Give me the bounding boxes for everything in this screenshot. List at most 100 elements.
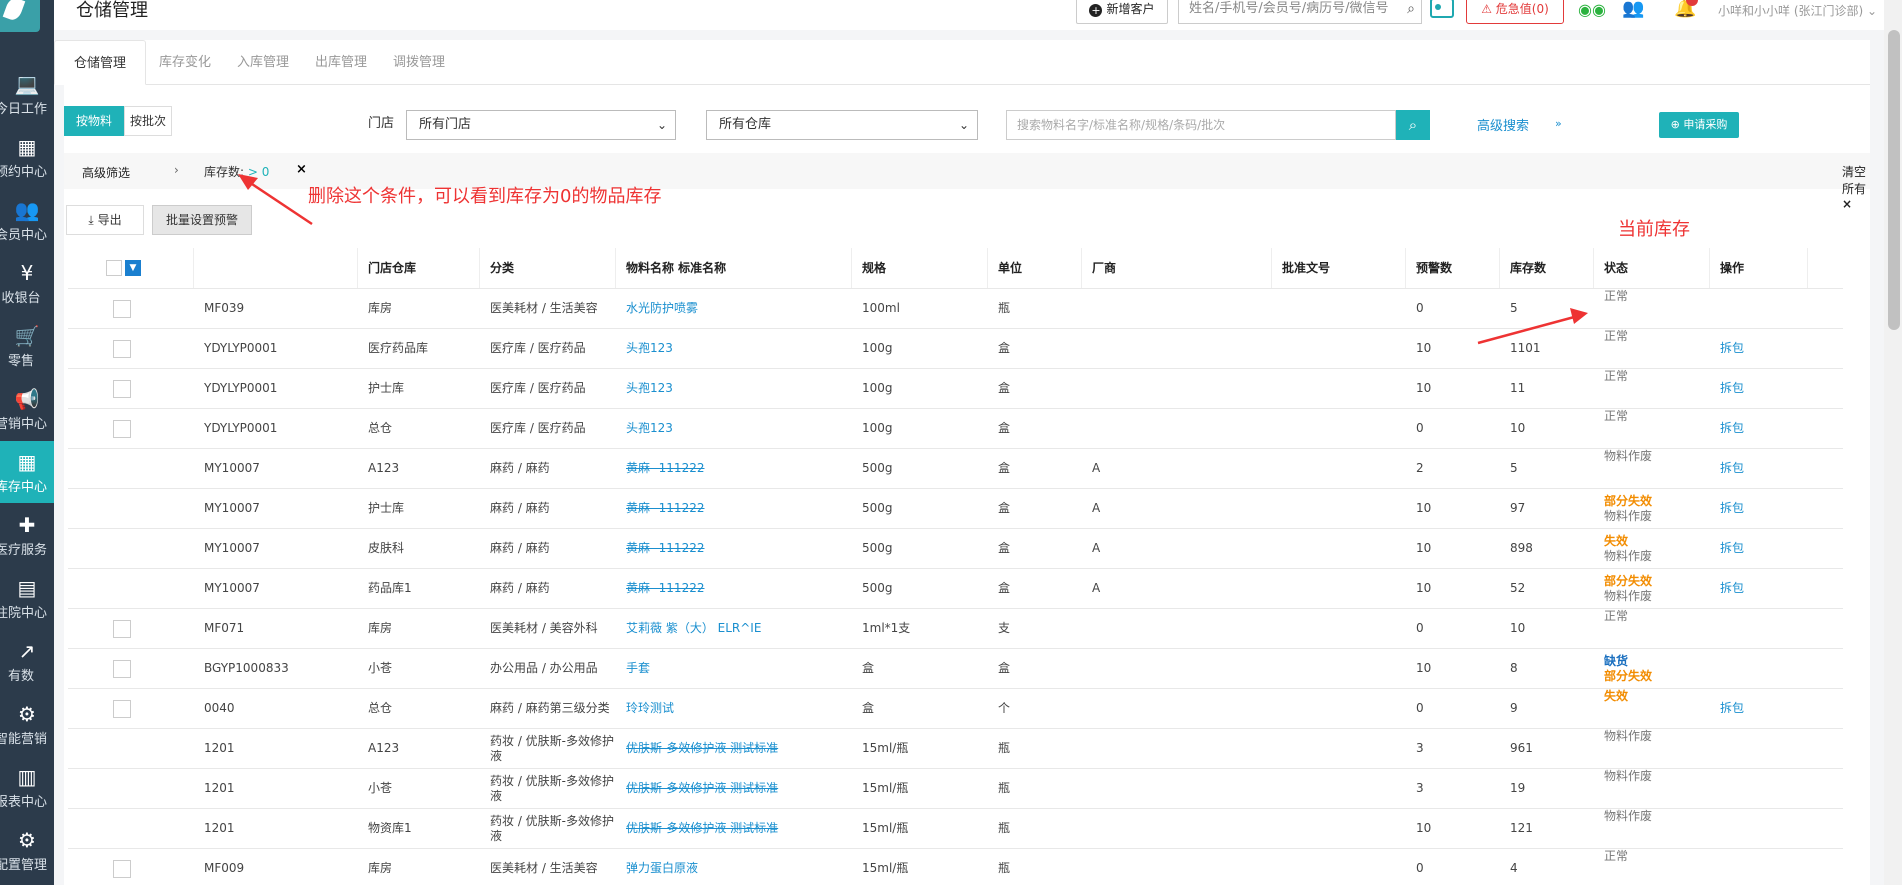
search-icon[interactable]: ⌕ xyxy=(1407,0,1415,23)
status-cell: 物料作废 xyxy=(1604,809,1710,848)
unpack-link[interactable]: 拆包 xyxy=(1720,369,1808,408)
new-customer-button[interactable]: + 新增客户 xyxy=(1076,0,1168,24)
row-checkbox[interactable] xyxy=(113,380,131,398)
cell-store: 药品库1 xyxy=(368,581,412,595)
material-name-link[interactable]: 头孢123 xyxy=(626,409,852,448)
column-header[interactable]: 厂商 xyxy=(1082,248,1272,288)
column-header[interactable]: 状态 xyxy=(1594,248,1710,288)
global-search-input[interactable]: 姓名/手机号/会员号/病历号/微信号 ⌕ xyxy=(1178,0,1422,24)
select-all-checkbox[interactable] xyxy=(106,260,122,276)
material-search-input[interactable]: 搜索物料名字/标准名称/规格/条码/批次 xyxy=(1006,110,1396,140)
unpack-link[interactable]: 拆包 xyxy=(1720,569,1808,608)
tab-storage[interactable]: 仓储管理 xyxy=(54,40,146,85)
material-name-link[interactable]: 艾莉薇 紫（大） ELR^IE xyxy=(626,609,852,648)
unpack-link[interactable]: 拆包 xyxy=(1720,329,1808,368)
column-header[interactable]: 库存数 xyxy=(1500,248,1594,288)
tab-transfer[interactable]: 调拨管理 xyxy=(380,40,458,85)
material-name-link[interactable]: 黄麻--111222 xyxy=(626,449,852,488)
material-name-link[interactable]: 优肤斯-多效修护液 测试标准 xyxy=(626,729,852,768)
sidebar-item[interactable]: ▤ 住院中心 xyxy=(0,567,54,629)
logo[interactable] xyxy=(0,0,40,32)
row-checkbox[interactable] xyxy=(113,620,131,638)
double-chevron-down-icon[interactable]: » xyxy=(1555,117,1562,130)
sidebar-item[interactable]: ▦ 库存中心 xyxy=(0,441,54,503)
row-checkbox[interactable] xyxy=(113,340,131,358)
store-select[interactable]: 所有门店 ⌄ xyxy=(406,110,676,140)
row-checkbox[interactable] xyxy=(113,300,131,318)
row-checkbox[interactable] xyxy=(113,860,131,878)
wechat-icon[interactable]: ◉◉ xyxy=(1578,0,1606,19)
advanced-search-link[interactable]: 高级搜索 xyxy=(1477,115,1529,134)
page-scrollbar-thumb[interactable] xyxy=(1888,30,1900,330)
column-header[interactable]: 预警数 xyxy=(1406,248,1500,288)
cell-spec: 100g xyxy=(862,341,893,355)
material-name-link[interactable]: 头孢123 xyxy=(626,329,852,368)
export-button[interactable]: ⤓ 导出 xyxy=(66,205,144,235)
row-checkbox[interactable] xyxy=(113,700,131,718)
material-name-link[interactable]: 黄麻--111222 xyxy=(626,529,852,568)
material-name-link[interactable]: 优肤斯-多效修护液 测试标准 xyxy=(626,809,852,848)
material-name-link[interactable]: 优肤斯-多效修护液 测试标准 xyxy=(626,769,852,808)
unpack-link[interactable]: 拆包 xyxy=(1720,449,1808,488)
cell-stock: 97 xyxy=(1510,501,1526,515)
urgent-value-button[interactable]: ⚠ 危急值(0) xyxy=(1466,0,1564,24)
material-name-link[interactable]: 弹力蛋白原液 xyxy=(626,849,852,885)
table-row: 0040 总仓 麻药 / 麻药第三级分类 玲玲测试盒 个 0 9 失效 拆包 xyxy=(68,688,1843,728)
batch-alert-button[interactable]: 批量设置预警 xyxy=(152,205,252,235)
sidebar-item[interactable]: 📢 营销中心 xyxy=(0,378,54,440)
sidebar-item[interactable]: ✚ 医疗服务 xyxy=(0,504,54,566)
sidebar-item[interactable]: 🛒 零售 xyxy=(0,315,54,377)
sidebar-item-label: 住院中心 xyxy=(0,606,47,621)
unpack-link[interactable]: 拆包 xyxy=(1720,409,1808,448)
cell-store: A123 xyxy=(368,741,400,755)
column-header[interactable]: 单位 xyxy=(988,248,1082,288)
material-name-link[interactable]: 黄麻--111222 xyxy=(626,489,852,528)
sidebar-item[interactable]: 👥 会员中心 xyxy=(0,189,54,251)
sidebar-item-label: 今日工作 xyxy=(0,102,47,117)
cell-category: 办公用品 / 办公用品 xyxy=(490,661,598,675)
row-checkbox[interactable] xyxy=(113,660,131,678)
material-name-link[interactable]: 玲玲测试 xyxy=(626,689,852,728)
unpack-link[interactable]: 拆包 xyxy=(1720,489,1808,528)
caret-down-icon[interactable]: ▼ xyxy=(125,260,141,276)
material-name-link[interactable]: 头孢123 xyxy=(626,369,852,408)
grid-icon: ▦ xyxy=(17,450,37,474)
sidebar-item[interactable]: ¥ 收银台 xyxy=(0,252,54,314)
column-header[interactable]: 物料名称 标准名称 xyxy=(616,248,852,288)
current-user[interactable]: 小咩和小小咩 (张江门诊部) ⌄ xyxy=(1718,2,1877,19)
tab-inbound[interactable]: 入库管理 xyxy=(224,40,302,85)
apply-purchase-button[interactable]: ⊕ 申请采购 xyxy=(1659,112,1739,138)
column-header[interactable]: 门店仓库 xyxy=(358,248,480,288)
column-header[interactable]: 批准文号 xyxy=(1272,248,1406,288)
sidebar-item[interactable]: ⚙ 配置管理 xyxy=(0,819,54,881)
column-header[interactable]: 操作 xyxy=(1710,248,1808,288)
by-item-toggle[interactable]: 按物料 xyxy=(64,106,124,136)
material-name-link[interactable]: 黄麻--111222 xyxy=(626,569,852,608)
sidebar-item[interactable]: ▦ 预约中心 xyxy=(0,126,54,188)
clear-all-filters-button[interactable]: 清空所有 × xyxy=(1842,163,1870,211)
cell-store: A123 xyxy=(368,461,400,475)
status-badge: 物料作废 xyxy=(1604,769,1653,783)
material-search-placeholder: 搜索物料名字/标准名称/规格/条码/批次 xyxy=(1017,118,1226,132)
tab-stock-change[interactable]: 库存变化 xyxy=(146,40,224,85)
sidebar-item[interactable]: ▥ 报表中心 xyxy=(0,756,54,818)
row-checkbox[interactable] xyxy=(113,420,131,438)
tab-outbound[interactable]: 出库管理 xyxy=(302,40,380,85)
by-batch-toggle[interactable]: 按批次 xyxy=(124,106,172,136)
sidebar-item[interactable]: ⚙ 智能营销 xyxy=(0,693,54,755)
sidebar-item[interactable]: ↗ 有数 xyxy=(0,630,54,692)
column-header[interactable]: 规格 xyxy=(852,248,988,288)
table-row: YDYLYP0001 医疗药品库 医疗库 / 医疗药品 头孢123 100g 盒 10 110… xyxy=(68,328,1843,368)
unpack-link[interactable]: 拆包 xyxy=(1720,529,1808,568)
id-card-icon[interactable] xyxy=(1430,0,1454,18)
remove-filter-close-icon[interactable]: × xyxy=(296,162,307,177)
warehouse-select[interactable]: 所有仓库 ⌄ xyxy=(706,110,978,140)
group-icon[interactable]: 👥 xyxy=(1622,0,1644,19)
unpack-link[interactable]: 拆包 xyxy=(1720,689,1808,728)
cell-alert: 0 xyxy=(1416,621,1424,635)
column-header[interactable]: 分类 xyxy=(480,248,616,288)
material-name-link[interactable]: 手套 xyxy=(626,649,852,688)
material-name-link[interactable]: 水光防护喷雾 xyxy=(626,289,852,328)
sidebar-item[interactable]: 💻 今日工作 xyxy=(0,63,54,125)
search-button[interactable]: ⌕ xyxy=(1396,110,1430,140)
